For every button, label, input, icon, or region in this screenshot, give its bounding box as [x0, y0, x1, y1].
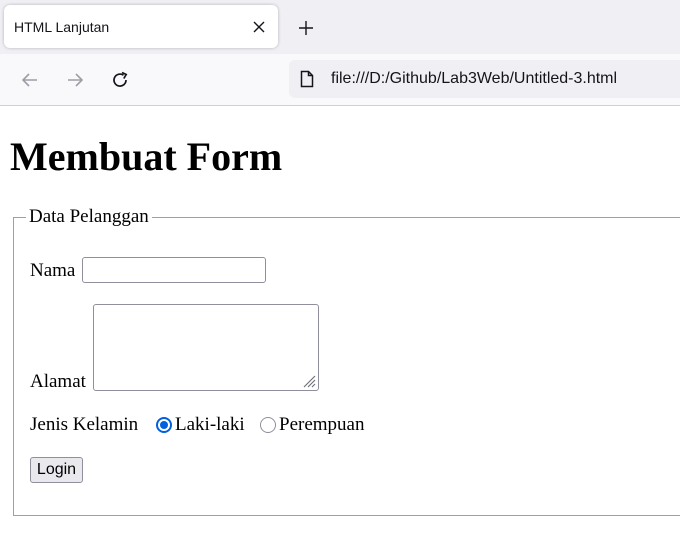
nav-bar: file:///D:/Github/Lab3Web/Untitled-3.htm…	[0, 54, 680, 106]
nama-label: Nama	[30, 260, 76, 281]
browser-tab[interactable]: HTML Lanjutan	[4, 5, 278, 48]
radio-laki-laki[interactable]	[156, 417, 172, 433]
alamat-label: Alamat	[30, 371, 86, 392]
resize-grip-icon[interactable]	[302, 374, 316, 388]
page-icon	[300, 70, 314, 93]
option-perempuan-label: Perempuan	[279, 414, 365, 435]
close-icon[interactable]	[248, 16, 270, 38]
address-bar[interactable]: file:///D:/Github/Lab3Web/Untitled-3.htm…	[289, 60, 680, 98]
back-arrow-icon[interactable]	[16, 66, 44, 94]
gender-label: Jenis Kelamin	[30, 414, 139, 435]
alamat-textarea[interactable]	[93, 304, 319, 391]
page-title: Membuat Form	[10, 134, 283, 179]
option-laki-laki-label: Laki-laki	[175, 414, 245, 435]
radio-perempuan[interactable]	[260, 417, 276, 433]
tab-bar: HTML Lanjutan	[0, 0, 680, 54]
nama-input[interactable]	[82, 257, 266, 283]
tab-title: HTML Lanjutan	[14, 19, 110, 35]
fieldset-legend: Data Pelanggan	[29, 206, 149, 227]
reload-icon[interactable]	[106, 66, 134, 94]
page-content: Membuat Form Data Pelanggan Nama Alamat …	[0, 106, 680, 552]
login-button[interactable]: Login	[30, 457, 83, 483]
url-text: file:///D:/Github/Lab3Web/Untitled-3.htm…	[331, 70, 618, 87]
new-tab-icon[interactable]	[292, 14, 320, 42]
forward-arrow-icon[interactable]	[61, 66, 89, 94]
